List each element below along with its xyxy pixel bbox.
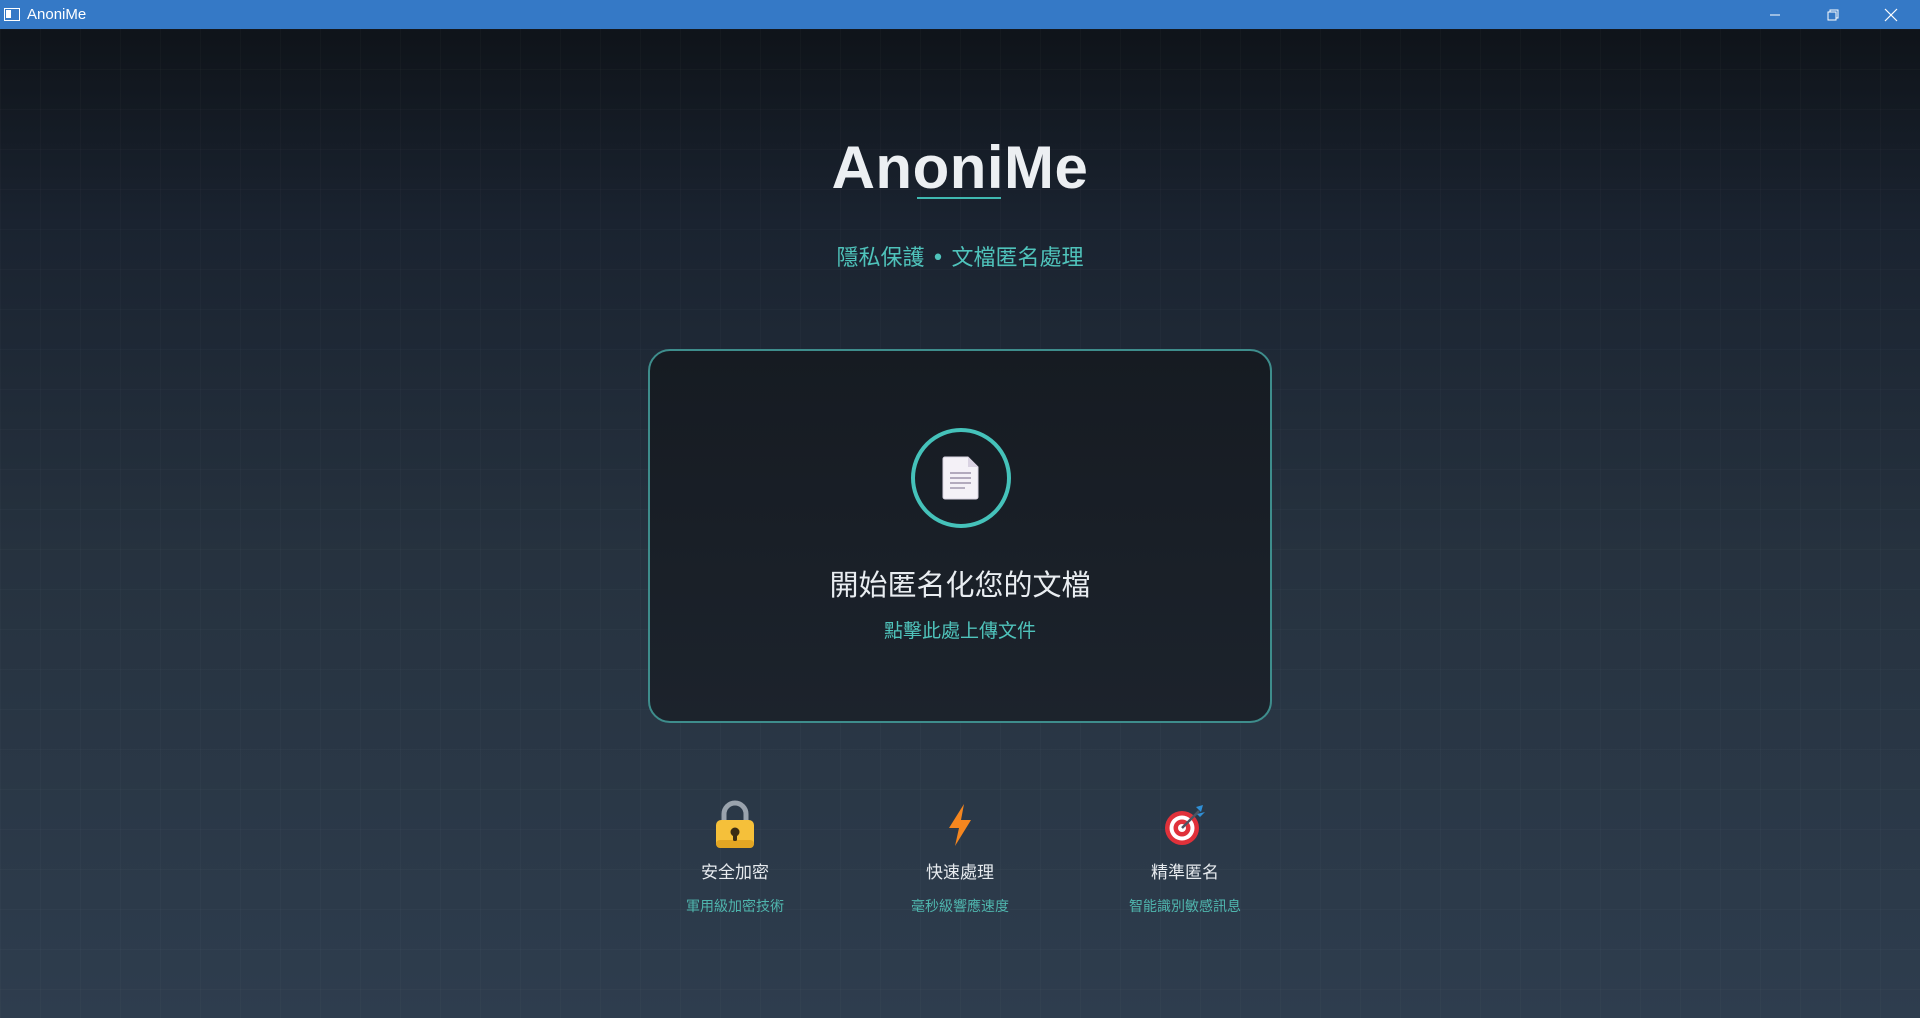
upload-dropzone[interactable]: 開始匿名化您的文檔 點擊此處上傳文件 <box>648 349 1272 723</box>
minimize-icon <box>1770 14 1780 15</box>
upload-subtitle[interactable]: 點擊此處上傳文件 <box>650 618 1270 644</box>
feature-title: 精準匿名 <box>1151 863 1219 883</box>
app-icon <box>4 8 20 21</box>
feature-speed: 快速處理 毫秒級響應速度 <box>880 800 1040 916</box>
feature-title: 安全加密 <box>701 863 769 883</box>
brand-title: AnoniMe <box>831 134 1089 201</box>
minimize-button[interactable] <box>1746 0 1804 29</box>
lightning-icon <box>949 804 971 846</box>
window-controls <box>1746 0 1920 29</box>
window-title: AnoniMe <box>27 6 87 23</box>
upload-icon-circle <box>911 428 1011 528</box>
close-button[interactable] <box>1862 0 1920 29</box>
feature-encryption: 安全加密 軍用級加密技術 <box>655 800 815 916</box>
upload-title: 開始匿名化您的文檔 <box>829 568 1091 602</box>
close-icon <box>1884 8 1898 21</box>
feature-subtitle: 智能識別敏感訊息 <box>1129 899 1241 915</box>
feature-precision: 精準匿名 智能識別敏感訊息 <box>1105 800 1265 916</box>
feature-title: 快速處理 <box>926 863 994 883</box>
feature-subtitle: 軍用級加密技術 <box>686 899 784 915</box>
restore-icon <box>1827 9 1839 20</box>
brand-underline <box>917 197 1001 199</box>
window-titlebar[interactable]: AnoniMe <box>0 0 1920 29</box>
tagline: 隱私保護 • 文檔匿名處理 <box>836 246 1084 271</box>
document-icon <box>942 456 979 500</box>
target-icon <box>1165 805 1205 845</box>
feature-subtitle: 毫秒級響應速度 <box>911 899 1009 915</box>
lock-icon <box>716 800 754 848</box>
restore-button[interactable] <box>1804 0 1862 29</box>
